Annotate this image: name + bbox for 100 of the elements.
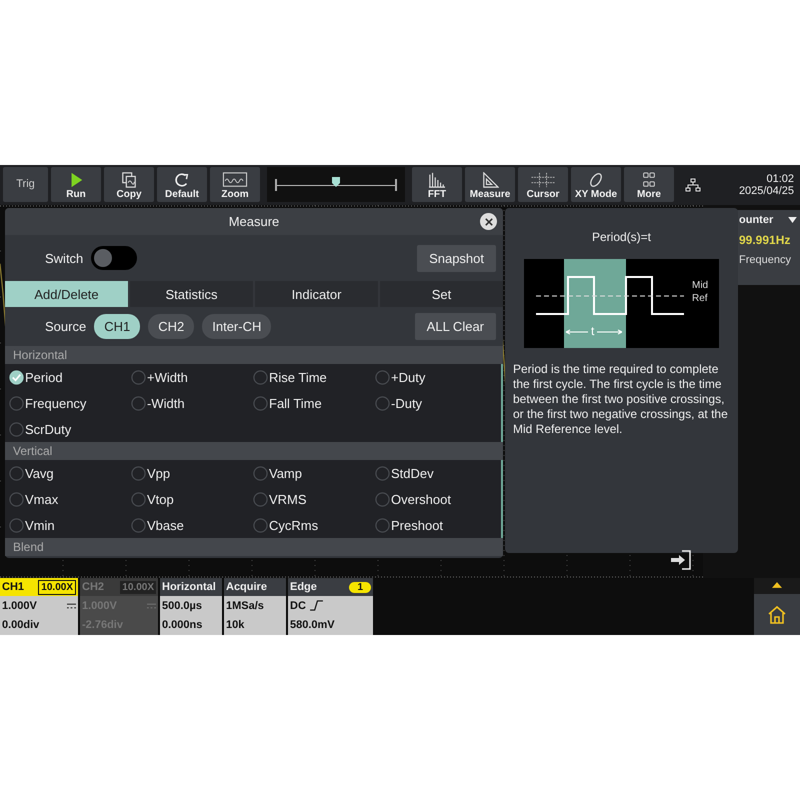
- mid-label: Mid: [692, 280, 708, 291]
- measurement-option[interactable]: +Width: [131, 364, 253, 390]
- toolbar-button[interactable]: Zoom: [210, 167, 260, 202]
- dropdown-caret-icon: [788, 217, 797, 223]
- card-value: 580.0mV: [290, 618, 335, 630]
- description-text: Period is the time required to complete the first cycle. The first cycle is the time between the first two positive crossings, or the first two negative crossings, at the Mid Reference level.: [512, 362, 729, 437]
- counter-title: ounter: [739, 214, 774, 226]
- measurement-option[interactable]: Vavg: [9, 460, 131, 486]
- probe-ratio: 10.00X: [38, 580, 76, 594]
- toolbar-button[interactable]: FFT: [412, 167, 462, 202]
- status-card[interactable]: Edge 1 DC 580.0mV: [288, 578, 373, 635]
- status-card[interactable]: Horizontal 500.0µs 0.000ns: [160, 578, 222, 635]
- counter-value: 99.991Hz: [739, 233, 792, 247]
- card-title: Acquire: [226, 581, 267, 593]
- toolbar-button[interactable]: Measure: [465, 167, 515, 202]
- measurement-option[interactable]: Rise Time: [253, 364, 375, 390]
- copy-icon: [120, 172, 138, 188]
- radio-check-icon[interactable]: [375, 370, 390, 384]
- status-card[interactable]: Acquire 1MSa/s 10k: [224, 578, 286, 635]
- timebase-slider[interactable]: [267, 167, 405, 202]
- radio-check-icon[interactable]: [375, 466, 390, 480]
- measurement-option[interactable]: Vtop: [131, 486, 253, 512]
- measurement-option[interactable]: Vmin: [9, 512, 131, 538]
- network-icon[interactable]: [685, 178, 701, 192]
- toolbar-button[interactable]: XY Mode: [571, 167, 621, 202]
- toolbar-button[interactable]: Cursor: [518, 167, 568, 202]
- home-icon: [767, 604, 787, 624]
- dialog-title: Measure: [228, 214, 280, 229]
- toolbar-button[interactable]: Run: [51, 167, 101, 202]
- status-card[interactable]: CH1 10.00X 1.000V 0.00div: [0, 578, 78, 635]
- card-value: 0.00div: [2, 618, 40, 630]
- measurement-option[interactable]: Vmax: [9, 486, 131, 512]
- radio-check-icon[interactable]: [253, 396, 268, 410]
- section-header: Horizontal: [5, 346, 503, 364]
- source-option[interactable]: CH1: [94, 314, 140, 339]
- radio-check-icon[interactable]: [253, 370, 268, 384]
- radio-check-icon[interactable]: [131, 466, 146, 480]
- cursor-lines-icon: [530, 172, 556, 188]
- source-option[interactable]: CH2: [148, 314, 194, 339]
- exit-arrow-icon[interactable]: [670, 550, 692, 570]
- measurement-option[interactable]: Vpp: [131, 460, 253, 486]
- measurement-option[interactable]: Fall Time: [253, 390, 375, 416]
- card-value: DC: [290, 600, 306, 612]
- radio-check-icon[interactable]: [131, 370, 146, 384]
- slider-thumb[interactable]: [332, 176, 340, 186]
- section-header: Blend: [5, 538, 503, 556]
- toolbar-button[interactable]: Trig: [3, 167, 48, 202]
- radio-check-icon[interactable]: [9, 422, 24, 436]
- radio-check-icon[interactable]: [9, 396, 24, 410]
- radio-check-icon[interactable]: [253, 466, 268, 480]
- measurement-option[interactable]: Frequency: [9, 390, 131, 416]
- radio-check-icon[interactable]: [131, 518, 146, 532]
- toolbar-button[interactable]: Default: [157, 167, 207, 202]
- card-value: 1MSa/s: [226, 600, 264, 612]
- up-caret-icon[interactable]: [772, 582, 782, 588]
- radio-check-icon[interactable]: [9, 518, 24, 532]
- radio-check-icon[interactable]: [375, 492, 390, 506]
- card-title: CH1: [2, 581, 24, 593]
- measurement-option[interactable]: CycRms: [253, 512, 375, 538]
- snapshot-button[interactable]: Snapshot: [417, 244, 496, 272]
- tab[interactable]: Indicator: [255, 281, 378, 307]
- tab[interactable]: Statistics: [130, 281, 253, 307]
- section-header: Vertical: [5, 442, 503, 460]
- radio-check-icon[interactable]: [253, 518, 268, 532]
- toolbar-button[interactable]: More: [624, 167, 674, 202]
- measurement-option[interactable]: Period: [9, 364, 131, 390]
- probe-ratio: 10.00X: [120, 580, 156, 594]
- tab[interactable]: Add/Delete: [5, 281, 128, 307]
- source-option[interactable]: Inter-CH: [202, 314, 272, 339]
- measurement-option[interactable]: Vbase: [131, 512, 253, 538]
- radio-check-icon[interactable]: [9, 492, 24, 506]
- tab[interactable]: Set: [380, 281, 503, 307]
- radio-check-icon[interactable]: [253, 492, 268, 506]
- home-button[interactable]: [754, 594, 800, 635]
- measurement-option[interactable]: ScrDuty: [9, 416, 131, 442]
- card-title: CH2: [82, 581, 104, 593]
- measurement-option[interactable]: Overshoot: [375, 486, 497, 512]
- radio-check-icon[interactable]: [375, 518, 390, 532]
- counter-panel[interactable]: ounter 99.991Hz Frequency: [736, 210, 800, 285]
- measurement-option[interactable]: -Width: [131, 390, 253, 416]
- all-clear-button[interactable]: ALL Clear: [414, 313, 496, 340]
- measurement-option[interactable]: +Duty: [375, 364, 497, 390]
- radio-check-icon[interactable]: [131, 492, 146, 506]
- trigger-badge: 1: [349, 582, 371, 592]
- radio-check-icon[interactable]: [375, 396, 390, 410]
- measurement-option[interactable]: -Duty: [375, 390, 497, 416]
- toolbar-button[interactable]: Copy: [104, 167, 154, 202]
- measurement-option[interactable]: Vamp: [253, 460, 375, 486]
- counter-label: Frequency: [739, 254, 792, 266]
- measurement-option[interactable]: VRMS: [253, 486, 375, 512]
- close-button[interactable]: [480, 213, 497, 230]
- measurement-option[interactable]: Preshoot: [375, 512, 497, 538]
- clock-date: 2025/04/25: [738, 184, 794, 196]
- radio-check-icon[interactable]: [131, 396, 146, 410]
- radio-check-icon[interactable]: [9, 466, 24, 480]
- source-label: Source: [45, 319, 86, 334]
- toggle-switch[interactable]: [91, 246, 138, 270]
- close-icon: [484, 218, 492, 226]
- rising-edge-icon: [310, 600, 323, 611]
- measurement-option[interactable]: StdDev: [375, 460, 497, 486]
